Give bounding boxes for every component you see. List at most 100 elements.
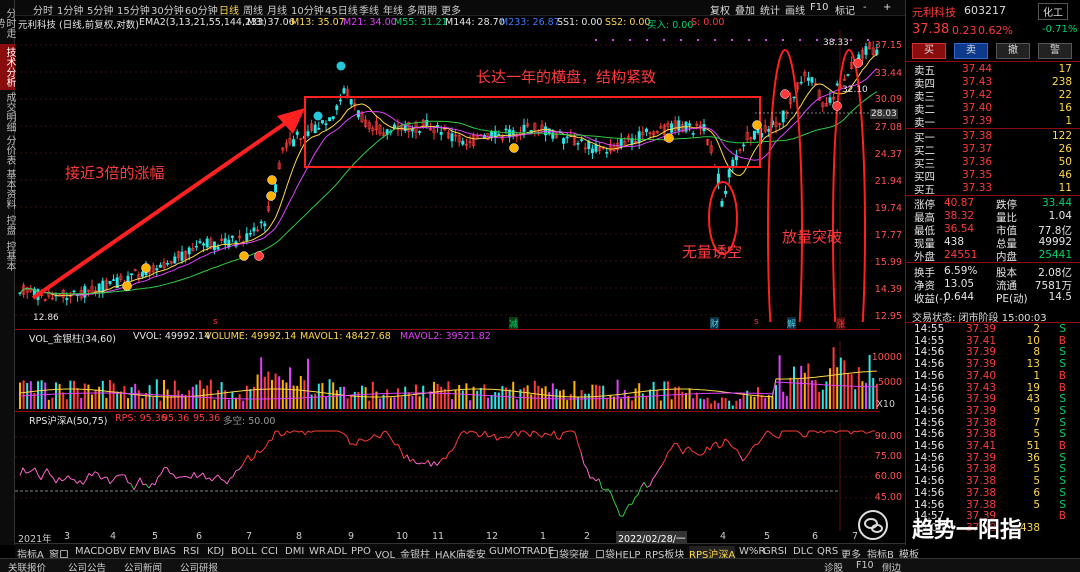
tab-control-basic[interactable]: 控基本 <box>0 240 15 272</box>
period-quarterly[interactable]: 季线 <box>359 2 379 17</box>
tab-control[interactable]: 控盘 <box>0 212 15 238</box>
status-diagnose[interactable]: 诊股 <box>824 560 843 572</box>
s-value: S: 0.00 <box>691 17 725 28</box>
price-tick: 17.77 <box>874 230 902 241</box>
x-tick: 9 <box>348 531 355 542</box>
f10-button[interactable]: F10 <box>810 2 828 13</box>
period-30min[interactable]: 30分钟 <box>151 2 184 17</box>
volume-bar <box>602 385 605 409</box>
indicator-tab[interactable]: RSI <box>183 546 199 557</box>
tab-technical[interactable]: 技术分析 <box>0 44 15 90</box>
indicator-tab[interactable]: ADL <box>327 546 347 557</box>
volume-bar <box>65 399 68 409</box>
draw-button[interactable]: 画线 <box>785 2 805 17</box>
rps-chart[interactable] <box>15 423 880 531</box>
rps-line-segment <box>532 430 537 433</box>
period-weekly[interactable]: 周线 <box>243 2 263 17</box>
status-announcements[interactable]: 公司公告 <box>68 560 106 572</box>
sector-button[interactable]: 化工 <box>1038 3 1068 20</box>
mark-button[interactable]: 标记 <box>835 2 855 17</box>
alert-button[interactable]: 警 <box>1038 43 1072 59</box>
period-daily[interactable]: 日线 <box>219 2 239 17</box>
top-marker <box>663 39 665 41</box>
cancel-order-button[interactable]: 撤 <box>996 43 1030 59</box>
tab-fundamentals[interactable]: 基本资料 <box>0 168 15 210</box>
stat-label: PE(动) <box>996 293 1028 305</box>
status-news[interactable]: 公司新闻 <box>124 560 162 572</box>
tab-trade-detail[interactable]: 成交明细 <box>0 92 15 132</box>
indicator-tab[interactable]: QRS <box>817 546 838 557</box>
rps-line-segment <box>472 431 477 433</box>
event-marker[interactable]: s <box>213 317 218 327</box>
rps-line-segment <box>160 467 165 475</box>
top-marker <box>595 39 597 41</box>
period-10min[interactable]: 10分钟 <box>291 2 324 17</box>
period-60min[interactable]: 60分钟 <box>185 2 218 17</box>
period-multi[interactable]: 多周期 <box>407 2 437 17</box>
rps-line-segment <box>199 472 204 476</box>
tick-volume: 438 <box>1019 521 1040 534</box>
indicator-tab[interactable]: CCI <box>261 546 278 557</box>
zoom-in-button[interactable]: + <box>883 2 891 13</box>
status-sidebar[interactable]: 侧边 <box>882 560 901 572</box>
indicator-tab[interactable]: GRSI <box>763 546 787 557</box>
indicator-tab[interactable]: EMV <box>129 546 151 557</box>
volume-chart[interactable] <box>15 341 880 411</box>
tick-volume: 36 <box>1026 451 1040 464</box>
rps-line-segment <box>352 443 357 446</box>
ask-volume: 17 <box>1058 63 1072 75</box>
volume-bar <box>238 394 241 409</box>
status-research[interactable]: 公司研报 <box>180 560 218 572</box>
indicator-tab[interactable]: WR <box>309 546 326 557</box>
period-1min[interactable]: 1分钟 <box>57 2 83 17</box>
volume-bar <box>69 380 72 409</box>
rps-line-segment <box>850 430 855 435</box>
indicator-tab[interactable]: MACD <box>75 546 105 557</box>
indicator-tab[interactable]: DLC <box>793 546 813 557</box>
tab-intraday[interactable]: 分时走势 <box>0 4 15 42</box>
period-monthly[interactable]: 月线 <box>267 2 287 17</box>
volume-bar <box>508 389 511 409</box>
volume-bar <box>321 383 324 409</box>
indicator-tab[interactable]: W%R <box>739 546 765 557</box>
period-45day[interactable]: 45日线 <box>325 2 358 17</box>
period-5min[interactable]: 5分钟 <box>87 2 113 17</box>
indicator-tab[interactable]: KDJ <box>207 546 224 557</box>
period-15min[interactable]: 15分钟 <box>117 2 150 17</box>
volume-bar <box>184 395 187 409</box>
sell-button[interactable]: 卖 <box>954 43 988 59</box>
rps-line-segment <box>688 446 693 452</box>
x-tick: 4 <box>720 531 727 542</box>
indicator-tab[interactable]: BOLL <box>231 546 257 557</box>
period-yearly[interactable]: 年线 <box>383 2 403 17</box>
status-f10[interactable]: F10 <box>856 560 874 571</box>
rps-line-segment <box>310 430 315 433</box>
adjust-button[interactable]: 复权 <box>710 2 730 17</box>
rps-line-segment <box>364 439 369 442</box>
status-related-quote[interactable]: 关联报价 <box>8 560 46 572</box>
buy-button[interactable]: 买 <box>912 43 946 59</box>
indicator-tab[interactable]: DMI <box>285 546 304 557</box>
indicator-tab[interactable]: OBV <box>105 546 126 557</box>
event-marker[interactable]: s <box>754 317 759 327</box>
rps-line-segment <box>643 481 648 488</box>
stats-button[interactable]: 统计 <box>760 2 780 17</box>
high-price-label: 38.33 <box>823 38 849 48</box>
period-more[interactable]: 更多 <box>441 2 461 17</box>
tab-price-table[interactable]: 分价表 <box>0 134 15 166</box>
tick-time: 14:56 <box>914 393 945 406</box>
indicator-tab[interactable]: GUMOTRADE <box>489 546 554 557</box>
zoom-out-button[interactable]: - <box>863 2 867 13</box>
volume-bar <box>850 374 853 409</box>
rps-line-segment <box>28 469 33 473</box>
tick-volume: 5 <box>1033 498 1040 511</box>
overlay-button[interactable]: 叠加 <box>735 2 755 17</box>
top-marker <box>765 39 767 41</box>
volume-bar <box>533 380 536 409</box>
indicator-tab[interactable]: PPO <box>351 546 371 557</box>
rps-line-segment <box>691 450 696 453</box>
period-intraday[interactable]: 分时 <box>33 2 53 17</box>
watermark-text: 趋势一阳指 <box>912 518 1023 543</box>
indicator-tab[interactable]: BIAS <box>153 546 176 557</box>
rps-line-segment <box>184 475 189 478</box>
